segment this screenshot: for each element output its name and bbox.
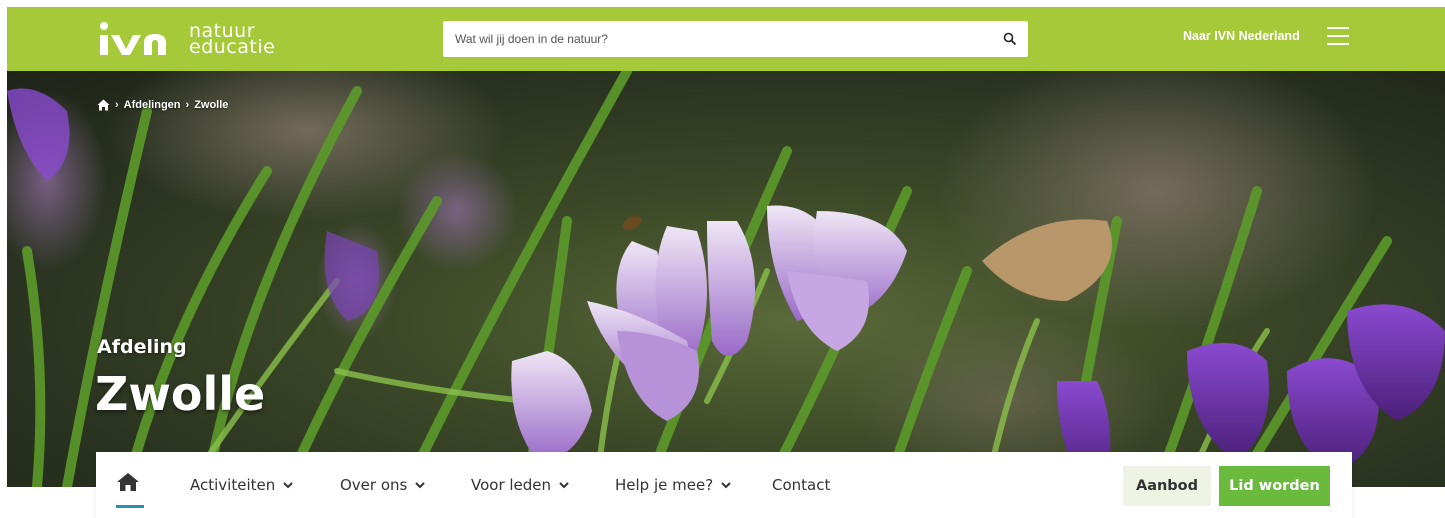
nav-item-label: Over ons bbox=[340, 476, 408, 494]
breadcrumb-afdelingen[interactable]: Afdelingen bbox=[124, 99, 181, 111]
hero-subtitle: Afdeling bbox=[97, 336, 187, 358]
nav-item-label: Help je mee? bbox=[615, 476, 714, 494]
logo-text: natuur educatie bbox=[189, 22, 276, 58]
nav-item-help-je-mee[interactable]: Help je mee? bbox=[615, 476, 731, 494]
hamburger-line bbox=[1327, 35, 1349, 37]
page-title: Zwolle bbox=[95, 367, 266, 421]
breadcrumb-separator: › bbox=[185, 99, 190, 111]
nav-item-label: Contact bbox=[772, 476, 831, 494]
logo-line-educatie: educatie bbox=[189, 36, 276, 58]
lid-worden-button[interactable]: Lid worden bbox=[1219, 466, 1330, 506]
search-input[interactable] bbox=[443, 21, 992, 57]
search-bar bbox=[443, 21, 1028, 57]
nav-item-over-ons[interactable]: Over ons bbox=[340, 476, 426, 494]
nav-item-label: Voor leden bbox=[471, 476, 552, 494]
breadcrumb-zwolle[interactable]: Zwolle bbox=[194, 99, 228, 111]
search-icon bbox=[1003, 32, 1017, 46]
nav-home-button[interactable] bbox=[116, 472, 144, 508]
search-button[interactable] bbox=[992, 21, 1028, 57]
active-indicator bbox=[116, 505, 144, 508]
breadcrumb-separator: › bbox=[115, 99, 119, 111]
hero-image bbox=[7, 71, 1445, 487]
hamburger-line bbox=[1327, 43, 1349, 45]
chevron-down-icon bbox=[283, 481, 293, 488]
chevron-down-icon bbox=[721, 481, 731, 488]
nav-item-label: Activiteiten bbox=[190, 476, 276, 494]
hamburger-menu-button[interactable] bbox=[1327, 27, 1351, 47]
naar-ivn-nederland-link[interactable]: Naar IVN Nederland bbox=[1183, 29, 1300, 43]
hero-banner: › Afdelingen › Zwolle Afdeling Zwolle bbox=[7, 71, 1445, 487]
chevron-down-icon bbox=[415, 481, 426, 488]
breadcrumb: › Afdelingen › Zwolle bbox=[97, 99, 228, 111]
nav-item-voor-leden[interactable]: Voor leden bbox=[471, 476, 569, 494]
home-icon[interactable] bbox=[97, 99, 110, 111]
chevron-down-icon bbox=[559, 481, 569, 488]
top-header: natuur educatie Naar IVN Nederland bbox=[7, 7, 1445, 71]
ivn-logo-mark bbox=[100, 22, 166, 55]
main-nav: Activiteiten Over ons Voor leden Help je… bbox=[96, 452, 1352, 518]
nav-item-activiteiten[interactable]: Activiteiten bbox=[190, 476, 293, 494]
aanbod-button[interactable]: Aanbod bbox=[1123, 466, 1211, 506]
home-icon bbox=[117, 473, 139, 491]
ivn-logo[interactable]: natuur educatie bbox=[97, 19, 275, 59]
nav-item-contact[interactable]: Contact bbox=[772, 476, 830, 494]
hamburger-menu-icon bbox=[1327, 27, 1349, 29]
